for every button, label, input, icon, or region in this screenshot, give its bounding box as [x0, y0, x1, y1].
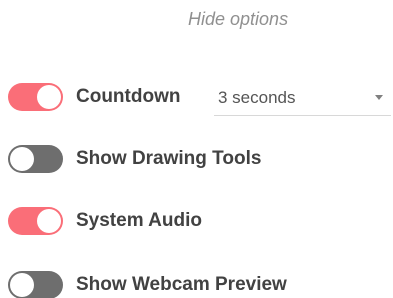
- toggle-knob: [37, 85, 61, 109]
- countdown-toggle[interactable]: [8, 83, 63, 111]
- toggle-knob: [37, 209, 61, 233]
- system-audio-label: System Audio: [76, 210, 202, 231]
- countdown-duration-select[interactable]: 3 seconds: [214, 82, 391, 116]
- drawing-tools-toggle[interactable]: [8, 145, 63, 173]
- caret-down-icon: [375, 95, 383, 100]
- countdown-label: Countdown: [76, 86, 181, 107]
- hide-options-link[interactable]: Hide options: [188, 9, 288, 30]
- countdown-duration-value: 3 seconds: [218, 88, 296, 107]
- system-audio-toggle[interactable]: [8, 207, 63, 235]
- options-panel: Hide options Countdown 3 seconds Show Dr…: [0, 0, 393, 298]
- drawing-tools-row: Show Drawing Tools: [8, 142, 261, 176]
- webcam-preview-toggle[interactable]: [8, 271, 63, 298]
- toggle-knob: [10, 273, 34, 297]
- drawing-tools-label: Show Drawing Tools: [76, 148, 262, 169]
- toggle-knob: [10, 147, 34, 171]
- countdown-row: Countdown: [8, 80, 180, 114]
- system-audio-row: System Audio: [8, 204, 202, 238]
- webcam-preview-row: Show Webcam Preview: [8, 268, 287, 298]
- webcam-preview-label: Show Webcam Preview: [76, 274, 287, 295]
